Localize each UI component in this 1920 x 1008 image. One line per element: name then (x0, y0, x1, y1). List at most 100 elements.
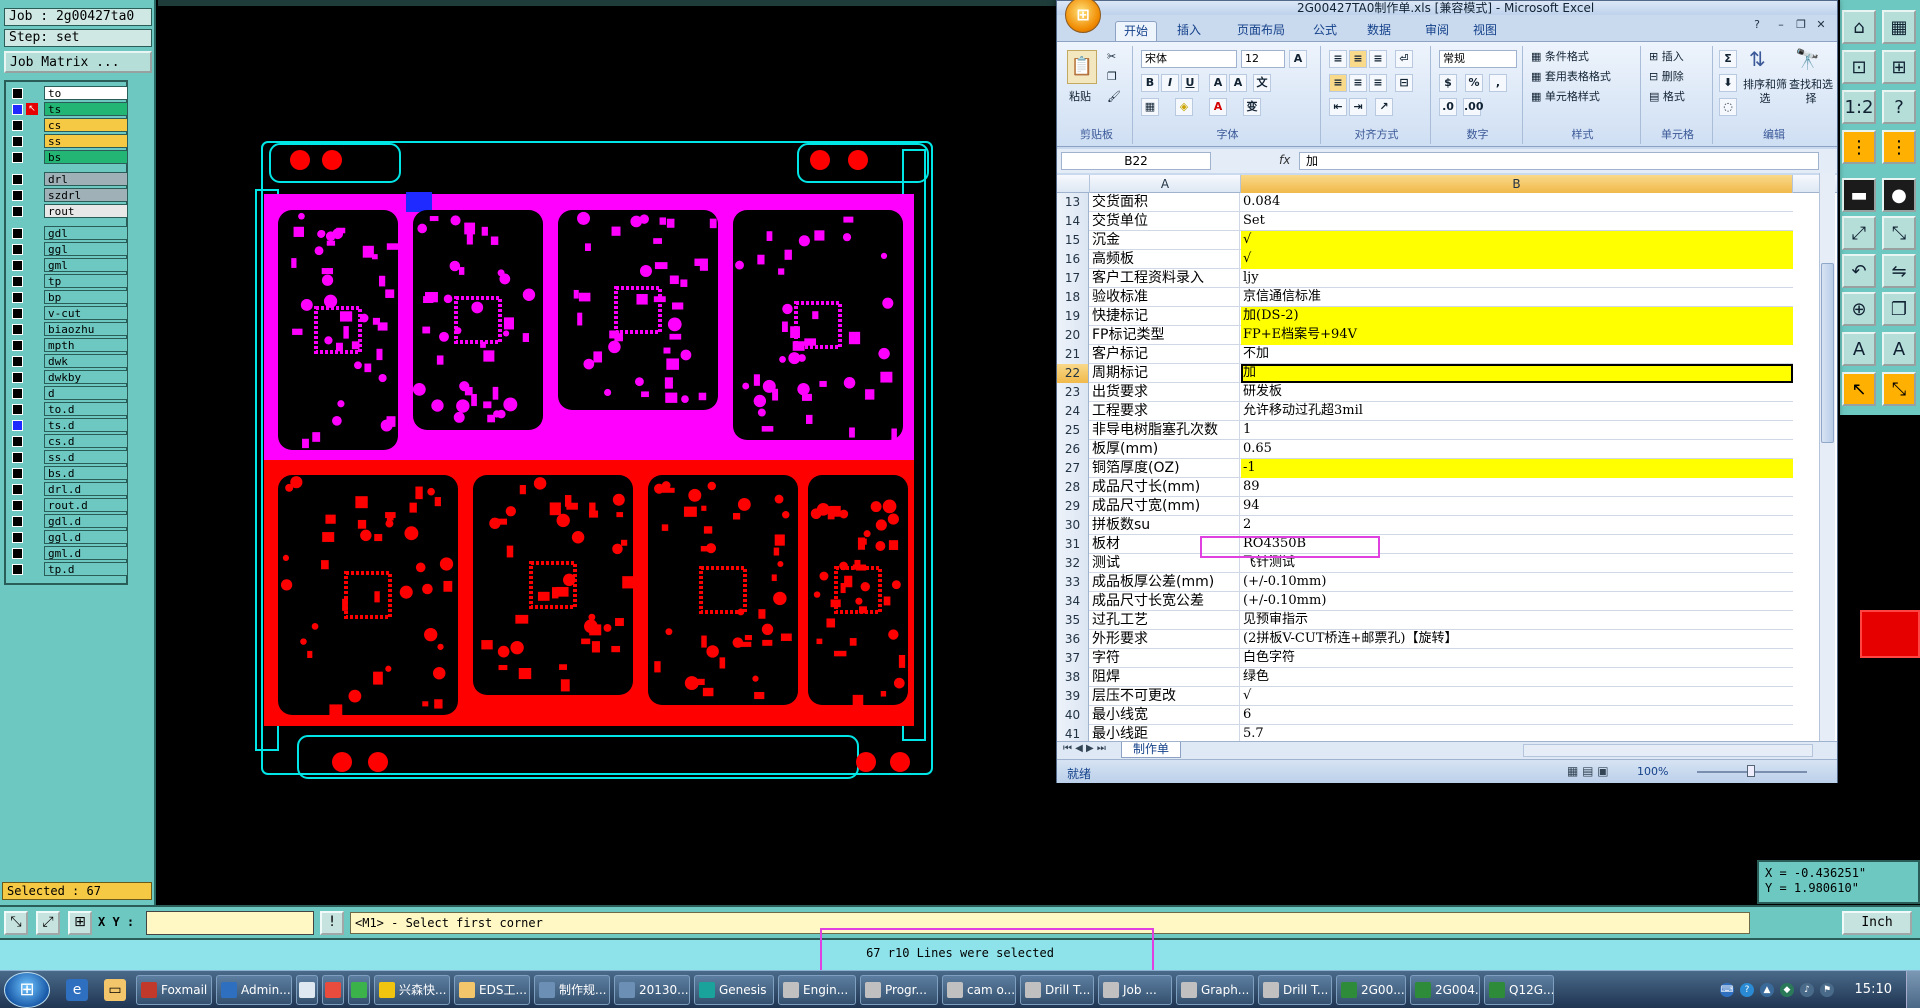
snap-icon[interactable]: ⋮ (1882, 130, 1916, 164)
zoom-icon[interactable]: ⊡ (1842, 50, 1876, 84)
layer-row[interactable]: gdl (8, 226, 128, 241)
layer-row[interactable]: bs.d (8, 466, 128, 481)
ribbon-tab[interactable]: 开始 (1115, 21, 1158, 41)
format-cells-button[interactable]: ▤ 格式 (1649, 90, 1685, 104)
move-icon[interactable]: ⊕ (1842, 292, 1876, 326)
taskbar-item[interactable]: 2G00... (1336, 975, 1406, 1005)
cell-b[interactable]: ljy (1241, 269, 1793, 288)
layer-row[interactable]: cs (8, 118, 128, 133)
cell-a[interactable]: 最小线距 (1090, 725, 1240, 741)
row-number[interactable]: 33 (1057, 573, 1089, 592)
taskbar-item[interactable]: Genesis (694, 975, 774, 1005)
cell-b[interactable]: 飞针测试 (1241, 554, 1793, 573)
job-matrix-button[interactable]: Job Matrix ... (4, 51, 152, 73)
align-top-icon[interactable]: ≡ (1329, 50, 1347, 68)
layer-row[interactable]: ss.d (8, 450, 128, 465)
cell-a[interactable]: 层压不可更改 (1090, 687, 1240, 706)
row-number[interactable]: 14 (1057, 212, 1089, 231)
cell-b[interactable]: 6 (1241, 706, 1793, 725)
name-box[interactable]: B22 (1061, 152, 1211, 170)
fill-color-icon[interactable]: ◈ (1175, 98, 1193, 116)
delete-cells-button[interactable]: ⊟ 删除 (1649, 70, 1684, 84)
start-button-icon[interactable]: ⊞ (4, 972, 50, 1008)
sort-filter-icon[interactable]: ⇅ (1749, 49, 1766, 69)
layer-name[interactable]: d (44, 386, 128, 400)
cell-b[interactable]: 0.65 (1241, 440, 1793, 459)
layer-checkbox[interactable] (12, 532, 23, 543)
layer-checkbox[interactable] (12, 120, 23, 131)
row-number[interactable]: 19 (1057, 307, 1089, 326)
layer-name[interactable]: rout (44, 204, 128, 218)
cell-a[interactable]: 拼板数su (1090, 516, 1240, 535)
grid-icon[interactable]: ▦ (1882, 10, 1916, 44)
row-number[interactable]: 27 (1057, 459, 1089, 478)
layer-checkbox[interactable] (12, 228, 23, 239)
zoom-knob[interactable] (1747, 765, 1755, 777)
layer-row[interactable]: dwk (8, 354, 128, 369)
cell-b[interactable]: 绿色 (1241, 668, 1793, 687)
select-icon[interactable]: ↖ (1842, 372, 1876, 406)
layer-checkbox[interactable] (12, 174, 23, 185)
arc2-icon[interactable]: ⤡ (1882, 216, 1916, 250)
cell-b[interactable]: 京信通信标准 (1241, 288, 1793, 307)
layer-row[interactable]: tp.d (8, 562, 128, 577)
cell-a[interactable]: 交货面积 (1090, 193, 1240, 212)
layer-name[interactable]: drl (44, 172, 128, 186)
units-button[interactable]: Inch (1842, 911, 1912, 935)
layer-row[interactable]: biaozhu (8, 322, 128, 337)
layer-checkbox[interactable] (12, 292, 23, 303)
font-larger-icon[interactable]: A (1209, 74, 1227, 92)
comma-icon[interactable]: , (1489, 74, 1507, 92)
merge-icon[interactable]: ⊟ (1395, 74, 1413, 92)
layer-name[interactable]: dwkby (44, 370, 128, 384)
insert-cells-button[interactable]: ⊞ 插入 (1649, 50, 1684, 64)
layer-name[interactable]: rout.d (44, 498, 128, 512)
taskbar-item[interactable]: Job ... (1098, 975, 1172, 1005)
text-a-icon[interactable]: A (1842, 332, 1876, 366)
layer-name[interactable]: bs.d (44, 466, 128, 480)
wrap-text-icon[interactable]: ⏎ (1395, 50, 1413, 68)
layer-name[interactable]: gdl (44, 226, 128, 240)
layer-row[interactable]: drl (8, 172, 128, 187)
ratio-icon[interactable]: 1:2 (1842, 90, 1876, 124)
flag-icon[interactable]: ⚑ (1820, 983, 1834, 997)
row-number[interactable]: 30 (1057, 516, 1089, 535)
layer-name[interactable]: bp (44, 290, 128, 304)
column-header-b[interactable]: B (1241, 175, 1793, 193)
clock[interactable]: 15:10 (1855, 982, 1892, 997)
layer-checkbox[interactable] (12, 420, 23, 431)
cut-icon[interactable]: ✂ (1107, 50, 1116, 64)
cell-b[interactable]: 5.7 (1241, 725, 1793, 741)
cell-b[interactable]: √ (1241, 231, 1793, 250)
cell-b[interactable]: 加 (1241, 364, 1793, 383)
layer-name[interactable]: ts (44, 102, 128, 116)
taskbar-item[interactable]: Drill T... (1258, 975, 1332, 1005)
autosum-icon[interactable]: Σ (1719, 50, 1737, 68)
layer-row[interactable]: gml (8, 258, 128, 273)
ribbon-tab[interactable]: 审阅 (1417, 21, 1457, 41)
layer-row[interactable]: ↖ ts (8, 102, 128, 117)
row-number[interactable]: 35 (1057, 611, 1089, 630)
layer-checkbox[interactable] (12, 548, 23, 559)
taskbar-item[interactable]: cam o... (942, 975, 1016, 1005)
clear-icon[interactable]: ◌ (1719, 98, 1737, 116)
layer-checkbox[interactable] (12, 372, 23, 383)
layer-name[interactable]: gml (44, 258, 128, 272)
formula-input[interactable]: 加 (1299, 152, 1819, 170)
find-icon[interactable]: 🔭 (1795, 49, 1820, 69)
network-icon[interactable]: ▲ (1760, 983, 1774, 997)
layer-name[interactable]: biaozhu (44, 322, 128, 336)
taskbar-item[interactable] (348, 975, 370, 1005)
layer-checkbox[interactable] (12, 468, 23, 479)
view-mode-icons[interactable]: ▦ ▤ ▣ (1567, 764, 1609, 778)
arc-icon[interactable]: ⤢ (1842, 216, 1876, 250)
paste-icon[interactable]: 📋 (1067, 50, 1097, 84)
copy-icon[interactable]: ❐ (1882, 292, 1916, 326)
row-number[interactable]: 26 (1057, 440, 1089, 459)
zoom-level[interactable]: 100% (1637, 765, 1668, 778)
ie-icon[interactable]: e (66, 979, 88, 1001)
ribbon-tab[interactable]: 页面布局 (1229, 21, 1293, 41)
keyboard-icon[interactable]: ⌨ (1720, 983, 1734, 997)
layer-name[interactable]: tp.d (44, 562, 128, 576)
cell-a[interactable]: FP标记类型 (1090, 326, 1240, 345)
